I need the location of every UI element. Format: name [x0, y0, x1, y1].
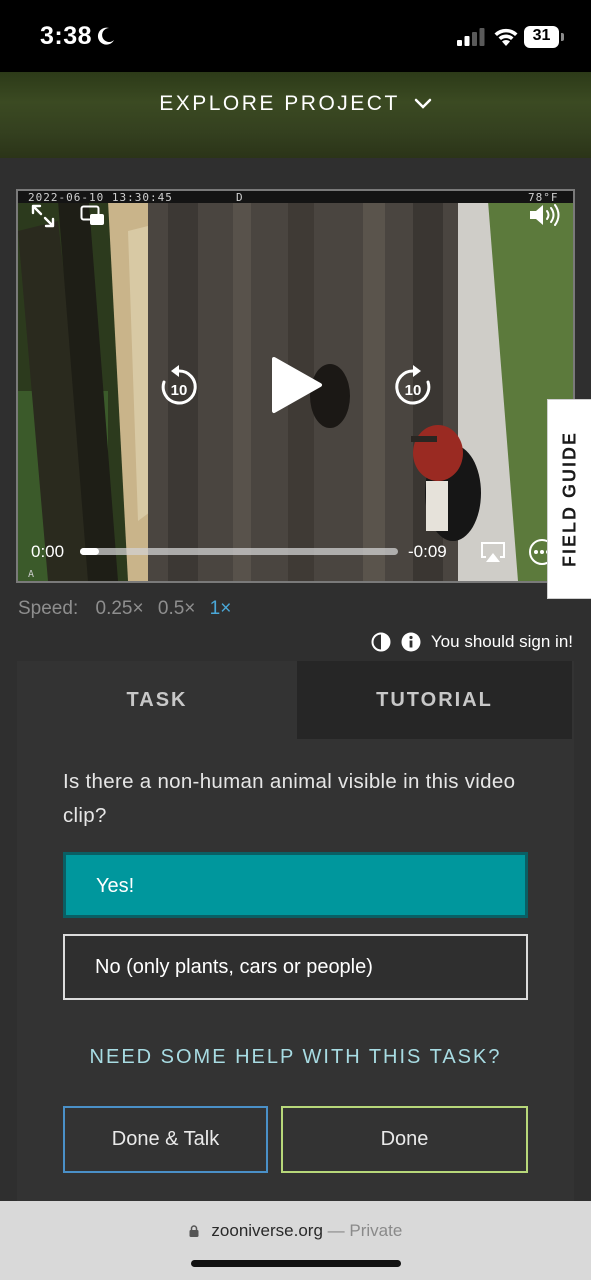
task-question: Is there a non-human animal visible in t…	[63, 770, 516, 827]
video-progress-fill	[80, 548, 100, 555]
picture-in-picture-icon[interactable]	[80, 205, 106, 227]
explore-project-label: EXPLORE PROJECT	[159, 92, 400, 115]
explore-project-button[interactable]: EXPLORE PROJECT	[0, 92, 591, 116]
video-current-time: 0:00	[31, 542, 65, 561]
play-icon[interactable]	[268, 355, 324, 415]
speed-option-0-5[interactable]: 0.5×	[158, 598, 196, 619]
video-progress-bar[interactable]	[80, 548, 398, 555]
tab-tutorial[interactable]: TUTORIAL	[297, 661, 572, 739]
tab-task[interactable]: TASK	[17, 661, 297, 739]
skip-back-label: 10	[171, 382, 188, 399]
video-corner-overlay: A	[28, 569, 35, 580]
rewind-icon: 10	[161, 365, 197, 405]
signin-notice: You should sign in!	[371, 632, 573, 652]
speed-label: Speed:	[18, 598, 79, 619]
fullscreen-icon[interactable]	[30, 203, 56, 229]
answer-no-button[interactable]: No (only plants, cars or people)	[63, 934, 528, 1000]
task-panel: TASK TUTORIAL Is there a non-human anima…	[17, 661, 574, 1203]
video-remaining-time: -0:09	[408, 542, 447, 561]
skip-back-button[interactable]: 10	[158, 363, 200, 407]
url-separator: —	[327, 1221, 345, 1240]
skip-forward-label: 10	[405, 382, 422, 399]
url-row: zooniverse.org — Private	[0, 1221, 591, 1241]
task-help-link[interactable]: NEED SOME HELP WITH THIS TASK?	[17, 1046, 574, 1069]
browser-address-bar[interactable]: zooniverse.org — Private	[0, 1201, 591, 1280]
volume-icon[interactable]	[528, 203, 562, 227]
battery-indicator: 31	[524, 26, 564, 48]
info-icon[interactable]	[401, 632, 421, 652]
home-indicator[interactable]	[191, 1260, 401, 1267]
signin-message[interactable]: You should sign in!	[431, 632, 573, 652]
moon-icon	[97, 27, 114, 45]
status-bar: 3:38 31	[0, 0, 591, 72]
forward-icon: 10	[395, 365, 431, 405]
done-button[interactable]: Done	[281, 1106, 528, 1173]
answer-yes-button[interactable]: Yes!	[63, 852, 528, 918]
cellular-signal-icon	[457, 28, 485, 46]
skip-forward-button[interactable]: 10	[392, 363, 434, 407]
project-header: EXPLORE PROJECT	[0, 72, 591, 158]
wifi-icon	[494, 28, 518, 46]
speed-option-1[interactable]: 1×	[210, 598, 232, 619]
lock-icon	[189, 1225, 199, 1237]
url-domain: zooniverse.org	[211, 1221, 323, 1240]
video-player[interactable]: 2022-06-10 13:30:45 D 78°F A 10 10 0:00	[16, 189, 575, 583]
airplay-icon[interactable]	[480, 541, 506, 563]
field-guide-tab[interactable]: FIELD GUIDE	[547, 399, 591, 599]
chevron-down-icon	[414, 99, 431, 110]
status-time: 3:38	[40, 22, 93, 50]
contrast-icon[interactable]	[371, 632, 391, 652]
playback-speed-row: Speed: 0.25× 0.5× 1×	[18, 598, 240, 620]
video-mode-overlay: D	[236, 191, 244, 204]
field-guide-label: FIELD GUIDE	[559, 430, 579, 568]
speed-option-0-25[interactable]: 0.25×	[96, 598, 144, 619]
url-privacy-label: Private	[349, 1221, 403, 1240]
done-and-talk-button[interactable]: Done & Talk	[63, 1106, 268, 1173]
battery-tip	[561, 33, 564, 41]
battery-level: 31	[532, 27, 551, 44]
